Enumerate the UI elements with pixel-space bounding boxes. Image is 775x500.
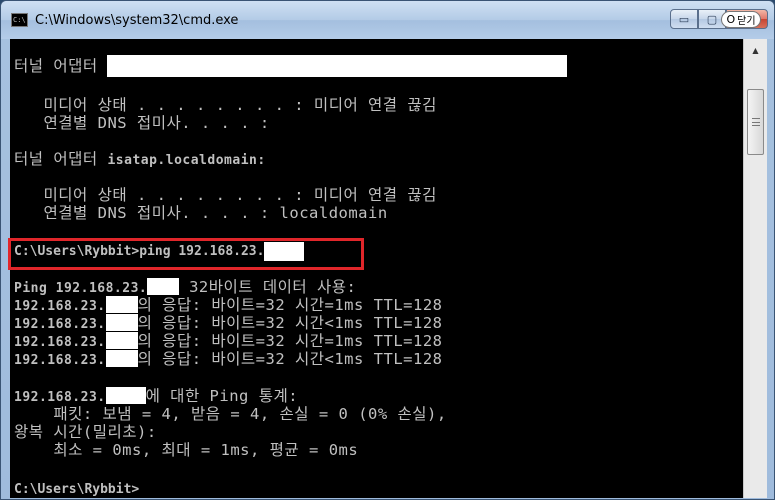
reply-line: 192.168.23. 의 응답: 바이트=32 시간<1ms TTL=128 [14,350,443,368]
window-title: C:\Windows\system32\cmd.exe [35,13,239,28]
redaction-box [105,296,138,313]
grip-icon [752,118,760,126]
scroll-up-arrow-icon[interactable]: ▲ [747,42,764,59]
console-line: 192.168.23. 에 대한 Ping 통계: [14,387,299,405]
reply-line: 192.168.23. 의 응답: 바이트=32 시간=1ms TTL=128 [14,296,443,314]
close-icon: O [726,13,736,26]
vertical-scrollbar[interactable]: ▲ [743,39,767,498]
cmd-app-icon[interactable]: C:\ [11,13,28,27]
console-line: 왕복 시간(밀리초): [14,423,157,441]
redaction-box [147,278,180,295]
close-label-text: 닫기 [737,16,756,27]
minimize-button[interactable]: ▭ [670,9,698,29]
title-bar[interactable]: C:\ C:\Windows\system32\cmd.exe ▭ ▢ O 닫기 [1,1,774,39]
highlight-box [8,238,364,270]
redaction-box [107,55,568,77]
redaction-box [105,332,138,349]
close-button[interactable]: O 닫기 [721,9,768,29]
reply-line: 192.168.23. 의 응답: 바이트=32 시간<1ms TTL=128 [14,314,443,332]
console-line: 연결별 DNS 접미사. . . . : [14,114,270,132]
console-line: 패킷: 보냄 = 4, 받음 = 4, 손실 = 0 (0% 손실), [14,405,447,423]
console-line: 최소 = 0ms, 최대 = 1ms, 평균 = 0ms [14,441,359,459]
caption-buttons: ▭ ▢ O 닫기 [670,9,768,31]
redaction-box [105,314,138,331]
console-line: Ping 192.168.23. 32바이트 데이터 사용: [14,278,357,296]
redaction-box [105,387,146,404]
minimize-icon: ▭ [678,12,690,26]
reply-line: 192.168.23. 의 응답: 바이트=32 시간=1ms TTL=128 [14,332,443,350]
console-line: 터널 어댑터 [14,55,568,77]
maximize-icon: ▢ [706,12,718,26]
redaction-box [105,350,138,367]
cmd-window: C:\ C:\Windows\system32\cmd.exe ▭ ▢ O 닫기… [0,0,775,500]
prompt-line: C:\Users\Rybbit> [14,482,140,497]
close-tooltip: O 닫기 [721,11,761,28]
console-line: 터널 어댑터 isatap.localdomain: [14,150,266,168]
console-line: 미디어 상태 . . . . . . . . : 미디어 연결 끊김 [14,96,437,114]
console-line: 미디어 상태 . . . . . . . . : 미디어 연결 끊김 [14,186,437,204]
console-line: 연결별 DNS 접미사. . . . : localdomain [14,204,388,222]
scroll-thumb[interactable] [747,89,764,155]
